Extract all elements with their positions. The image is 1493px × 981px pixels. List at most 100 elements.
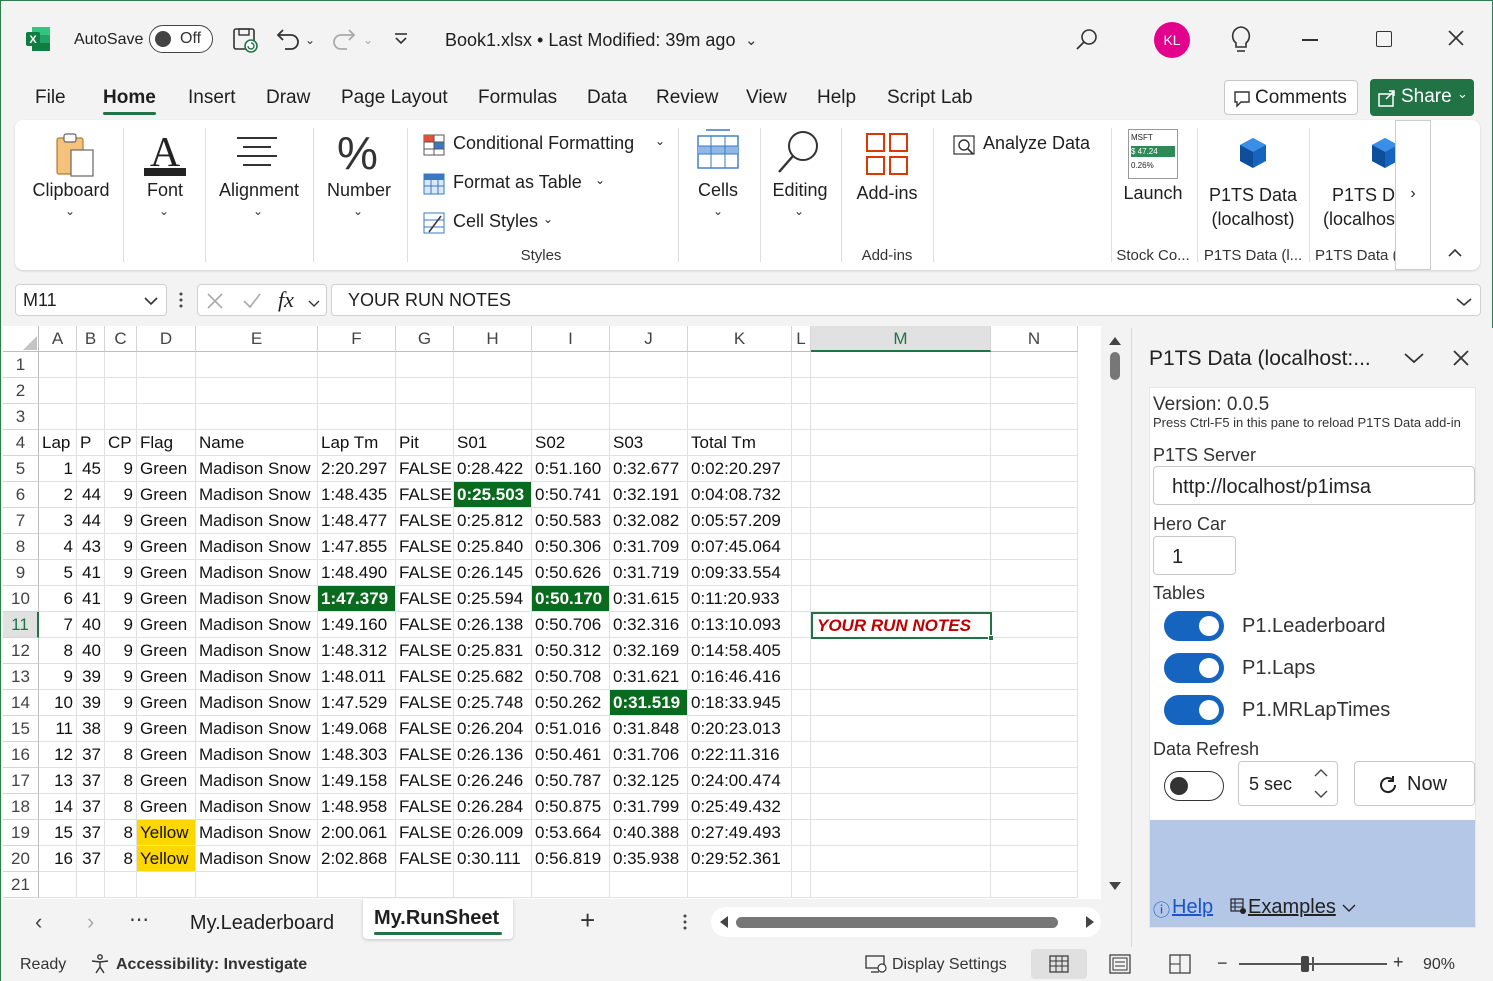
- grid-cell[interactable]: [454, 352, 532, 378]
- table-cell[interactable]: 9: [105, 534, 137, 560]
- grid-cell[interactable]: [792, 794, 811, 820]
- table-header-cell[interactable]: S02: [532, 430, 610, 456]
- table-cell[interactable]: 0:25.594: [454, 586, 532, 612]
- column-header-a[interactable]: A: [39, 326, 77, 352]
- row-header-14[interactable]: 14: [3, 690, 39, 716]
- tab-file[interactable]: File: [35, 87, 66, 109]
- table-cell[interactable]: 37: [77, 820, 105, 846]
- share-button[interactable]: Share ⌄: [1370, 79, 1474, 116]
- table-cell[interactable]: 1:48.958: [318, 794, 396, 820]
- format-as-table-button[interactable]: Format as Table ⌄: [421, 171, 605, 197]
- table-cell[interactable]: Madison Snow: [196, 456, 318, 482]
- table-cell[interactable]: 9: [105, 456, 137, 482]
- table-cell[interactable]: 0:25.682: [454, 664, 532, 690]
- table-header-cell[interactable]: P: [77, 430, 105, 456]
- table-cell[interactable]: FALSE: [396, 690, 454, 716]
- column-header-n[interactable]: N: [991, 326, 1078, 352]
- table-cell[interactable]: Madison Snow: [196, 690, 318, 716]
- table-cell[interactable]: 0:32.169: [610, 638, 688, 664]
- tab-page-layout[interactable]: Page Layout: [341, 87, 448, 109]
- table-cell[interactable]: FALSE: [396, 612, 454, 638]
- table-cell[interactable]: 1:47.529: [318, 690, 396, 716]
- table-cell[interactable]: 9: [105, 664, 137, 690]
- table-cell[interactable]: 0:32.191: [610, 482, 688, 508]
- table-cell[interactable]: Madison Snow: [196, 768, 318, 794]
- table-cell[interactable]: 39: [77, 690, 105, 716]
- row-header-16[interactable]: 16: [3, 742, 39, 768]
- table-cell[interactable]: 0:50.583: [532, 508, 610, 534]
- number-chevron-icon[interactable]: ⌄: [353, 204, 363, 218]
- tab-review[interactable]: Review: [656, 87, 718, 109]
- table-header-cell[interactable]: CP: [105, 430, 137, 456]
- grid-cell[interactable]: [991, 508, 1078, 534]
- table-cell[interactable]: 1:48.477: [318, 508, 396, 534]
- tabs-options-icon[interactable]: [683, 913, 687, 936]
- grid-cell[interactable]: [792, 820, 811, 846]
- cancel-icon[interactable]: [206, 292, 224, 310]
- grid-cell[interactable]: [532, 352, 610, 378]
- grid-cell[interactable]: [396, 872, 454, 898]
- table-cell[interactable]: 37: [77, 846, 105, 872]
- grid-cell[interactable]: [688, 404, 792, 430]
- column-header-e[interactable]: E: [196, 326, 318, 352]
- autosave-toggle[interactable]: Off: [149, 25, 213, 53]
- grid-cell[interactable]: [454, 378, 532, 404]
- previous-sheet-icon[interactable]: ‹: [35, 909, 42, 935]
- table-cell[interactable]: Madison Snow: [196, 794, 318, 820]
- table-cell[interactable]: 1:49.160: [318, 612, 396, 638]
- grid-cell[interactable]: [811, 404, 991, 430]
- table-header-cell[interactable]: Flag: [137, 430, 196, 456]
- help-icon[interactable]: ⓘ: [1153, 896, 1170, 921]
- grid-cell[interactable]: [811, 742, 991, 768]
- table-cell[interactable]: 0:26.136: [454, 742, 532, 768]
- grid-cell[interactable]: [792, 716, 811, 742]
- table-cell[interactable]: 3: [39, 508, 77, 534]
- table-cell[interactable]: 0:31.615: [610, 586, 688, 612]
- table-cell[interactable]: 1:48.435: [318, 482, 396, 508]
- grid-cell[interactable]: [811, 664, 991, 690]
- column-header-b[interactable]: B: [77, 326, 105, 352]
- grid-cell[interactable]: [991, 664, 1078, 690]
- table-header-cell[interactable]: S03: [610, 430, 688, 456]
- collapse-ribbon-icon[interactable]: [1447, 246, 1463, 264]
- table-cell[interactable]: Green: [137, 560, 196, 586]
- tab-home[interactable]: Home: [103, 87, 156, 115]
- table-cell[interactable]: Madison Snow: [196, 716, 318, 742]
- table-cell[interactable]: 0:26.246: [454, 768, 532, 794]
- table-cell[interactable]: 0:50.170: [532, 586, 610, 612]
- column-header-m[interactable]: M: [811, 326, 991, 352]
- table-cell[interactable]: Green: [137, 508, 196, 534]
- grid-cell[interactable]: [811, 872, 991, 898]
- name-box[interactable]: M11: [15, 284, 167, 316]
- table-cell[interactable]: FALSE: [396, 846, 454, 872]
- table-cell[interactable]: 0:31.706: [610, 742, 688, 768]
- undo-dropdown-icon[interactable]: ⌄: [305, 33, 315, 47]
- editing-search-icon[interactable]: [775, 128, 821, 181]
- cells-chevron-icon[interactable]: ⌄: [713, 204, 723, 218]
- row-header-10[interactable]: 10: [3, 586, 39, 612]
- table-cell[interactable]: 37: [77, 794, 105, 820]
- alignment-label[interactable]: Alignment: [213, 180, 305, 201]
- clipboard-chevron-icon[interactable]: ⌄: [65, 204, 75, 218]
- grid-cell[interactable]: [105, 378, 137, 404]
- grid-cell[interactable]: [811, 586, 991, 612]
- grid-cell[interactable]: [454, 404, 532, 430]
- server-input[interactable]: http://localhost/p1imsa: [1153, 466, 1475, 505]
- cells-icon[interactable]: [696, 128, 740, 175]
- table-cell[interactable]: 0:31.848: [610, 716, 688, 742]
- table-cell[interactable]: FALSE: [396, 638, 454, 664]
- p1ts-data-label[interactable]: P1TS Data (localhost): [1197, 183, 1309, 231]
- table-cell[interactable]: 0:31.519: [610, 690, 688, 716]
- display-settings-label[interactable]: Display Settings: [892, 956, 1007, 974]
- table-cell[interactable]: Green: [137, 456, 196, 482]
- table-cell[interactable]: 8: [105, 768, 137, 794]
- table-cell[interactable]: Green: [137, 586, 196, 612]
- table-cell[interactable]: FALSE: [396, 586, 454, 612]
- number-label[interactable]: Number: [321, 180, 397, 201]
- table-cell[interactable]: 13: [39, 768, 77, 794]
- table-cell[interactable]: 4: [39, 534, 77, 560]
- tab-data[interactable]: Data: [587, 87, 627, 109]
- insert-function-icon[interactable]: fx: [278, 287, 294, 313]
- accessibility-status[interactable]: Accessibility: Investigate: [116, 956, 307, 974]
- grid-cell[interactable]: [811, 352, 991, 378]
